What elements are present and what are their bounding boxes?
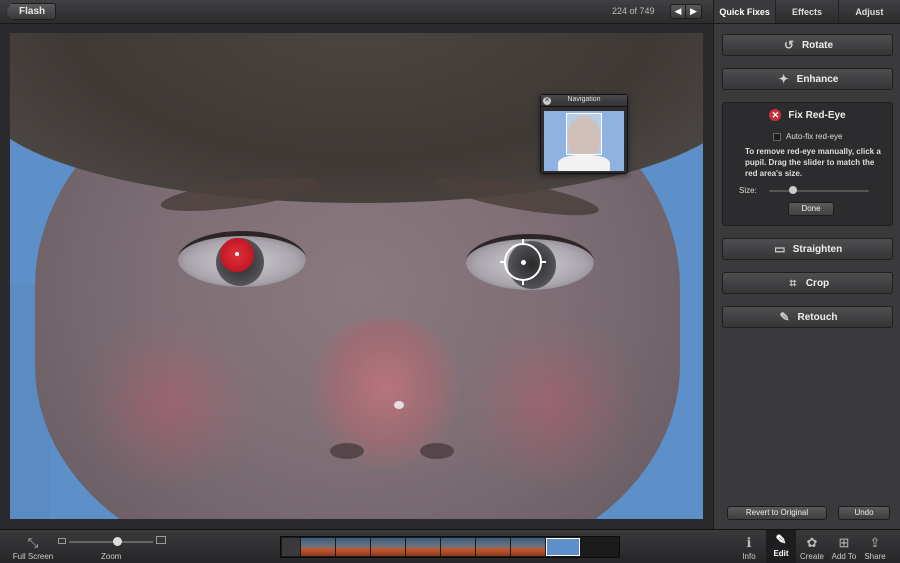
cursor-tick-top: [522, 239, 524, 244]
photo-right-cheek: [450, 323, 650, 483]
tab-adjust[interactable]: Adjust: [837, 0, 900, 23]
retouch-label: Retouch: [797, 311, 838, 323]
crop-label: Crop: [805, 277, 830, 289]
zoom-label: Zoom: [101, 552, 122, 561]
size-slider-track[interactable]: [769, 190, 869, 192]
next-photo-button[interactable]: ▶: [686, 4, 702, 19]
edit-tabs: Quick Fixes Effects Adjust: [714, 0, 900, 24]
cursor-tick-right: [541, 261, 546, 263]
info-button[interactable]: ℹ Info: [738, 533, 760, 561]
filmstrip: [280, 536, 620, 558]
magic-wand-icon: ✦: [778, 72, 789, 86]
create-icon: ✿: [806, 535, 818, 550]
filmstrip-thumb[interactable]: [406, 538, 440, 556]
navigation-thumbnail[interactable]: [544, 111, 624, 171]
photo-viewer: ✕ Navigation: [0, 24, 713, 529]
edit-panel: Quick Fixes Effects Adjust ↺ Rotate ✦ En…: [713, 0, 900, 529]
zoom-slider-track[interactable]: [69, 541, 153, 543]
photo-left-cheek: [70, 323, 270, 483]
info-label: Info: [742, 552, 756, 561]
cursor-tick-bottom: [522, 280, 524, 285]
brush-icon: ✎: [779, 310, 790, 324]
auto-fix-label: Auto-fix red-eye: [786, 132, 843, 141]
zoom-slider-knob[interactable]: [113, 537, 122, 546]
straighten-label: Straighten: [792, 243, 843, 255]
size-label: Size:: [739, 186, 757, 195]
share-button[interactable]: ⇪ Share: [862, 533, 888, 561]
enhance-label: Enhance: [796, 73, 839, 85]
filmstrip-thumb[interactable]: [282, 538, 300, 556]
red-eye-cursor: [500, 239, 546, 285]
fix-red-eye-panel: ✕ Fix Red-Eye Auto-fix red-eye To remove…: [722, 102, 893, 226]
left-nostril: [330, 443, 364, 459]
back-to-album-button[interactable]: Flash: [6, 3, 57, 20]
add-to-button[interactable]: ⊞ Add To: [830, 533, 858, 561]
rotate-label: Rotate: [801, 39, 834, 51]
straighten-icon: ▭: [774, 242, 786, 256]
create-button[interactable]: ✿ Create: [798, 533, 826, 561]
share-label: Share: [864, 552, 886, 561]
right-nostril: [420, 443, 454, 459]
full-screen-label: Full Screen: [12, 552, 54, 561]
navigation-title: Navigation: [567, 96, 601, 103]
navigation-header: ✕ Navigation: [541, 95, 627, 107]
red-eye-highlight: [235, 252, 239, 256]
filmstrip-thumb[interactable]: [511, 538, 545, 556]
zoom-in-icon[interactable]: [156, 536, 166, 544]
tab-quick-fixes[interactable]: Quick Fixes: [714, 0, 776, 23]
red-eye-help-text: To remove red-eye manually, click a pupi…: [745, 147, 881, 178]
edit-button[interactable]: ✎ Edit: [766, 530, 796, 563]
filmstrip-thumb[interactable]: [301, 538, 335, 556]
done-button[interactable]: Done: [788, 202, 834, 216]
tab-effects[interactable]: Effects: [775, 0, 837, 23]
straighten-button[interactable]: ▭ Straighten: [722, 238, 893, 260]
thumbnail-shirt: [558, 155, 610, 171]
create-label: Create: [799, 552, 824, 561]
size-slider-knob[interactable]: [789, 186, 797, 194]
pencil-icon: ✎: [775, 532, 787, 547]
navigation-popup: ✕ Navigation: [540, 94, 628, 174]
edit-label: Edit: [773, 549, 789, 558]
filmstrip-thumb[interactable]: [476, 538, 510, 556]
cursor-tick-left: [500, 261, 505, 263]
revert-to-original-button[interactable]: Revert to Original: [727, 506, 827, 520]
bottom-toolbar: ⤡ Full Screen Zoom ℹ Info ✎ Edit ✿ Creat…: [0, 529, 900, 563]
filmstrip-thumb-selected[interactable]: [546, 538, 580, 556]
fix-red-eye-header[interactable]: ✕ Fix Red-Eye: [723, 109, 892, 121]
photo-nav-arrows: ◀ ▶: [670, 4, 702, 19]
photo-counter: 224 of 749: [612, 6, 655, 16]
auto-fix-checkbox[interactable]: Auto-fix red-eye: [773, 132, 842, 141]
cursor-center: [521, 260, 526, 265]
checkbox-box[interactable]: [773, 132, 781, 141]
full-screen-button[interactable]: ⤡ Full Screen: [8, 533, 58, 561]
rotate-icon: ↺: [783, 38, 794, 52]
fix-red-eye-label: Fix Red-Eye: [788, 109, 846, 121]
add-icon: ⊞: [838, 535, 850, 550]
previous-photo-button[interactable]: ◀: [670, 4, 686, 19]
share-icon: ⇪: [869, 535, 881, 550]
undo-button[interactable]: Undo: [838, 506, 890, 520]
top-toolbar: Flash 224 of 749 ◀ ▶: [0, 0, 713, 24]
info-icon: ℹ: [746, 535, 752, 550]
iphoto-window: Flash 224 of 749 ◀ ▶ ✕ Navigation Quick …: [0, 0, 900, 563]
filmstrip-thumb[interactable]: [441, 538, 475, 556]
retouch-button[interactable]: ✎ Retouch: [722, 306, 893, 328]
filmstrip-thumb[interactable]: [336, 538, 370, 556]
add-to-label: Add To: [831, 552, 857, 561]
red-eye-icon: ✕: [769, 109, 782, 121]
filmstrip-thumb[interactable]: [371, 538, 405, 556]
zoom-out-icon[interactable]: [58, 538, 66, 544]
nose-highlight: [394, 401, 404, 409]
crop-icon: ⌗: [789, 275, 797, 290]
full-screen-icon: ⤡: [27, 535, 39, 550]
crop-button[interactable]: ⌗ Crop: [722, 272, 893, 294]
navigation-viewport-box[interactable]: [566, 113, 602, 155]
enhance-button[interactable]: ✦ Enhance: [722, 68, 893, 90]
rotate-button[interactable]: ↺ Rotate: [722, 34, 893, 56]
